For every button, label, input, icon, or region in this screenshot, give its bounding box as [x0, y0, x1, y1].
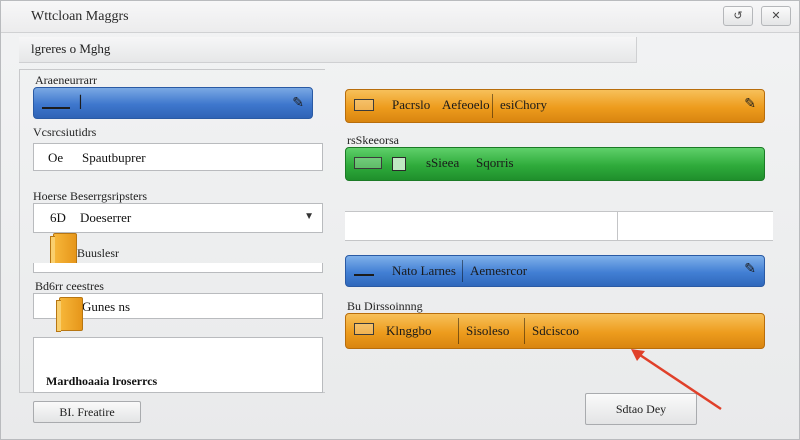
divider	[617, 212, 618, 240]
dropdown-value: Doeserrer	[80, 210, 132, 225]
field-value: Spautbuprer	[82, 150, 146, 165]
cursor-icon: ▏	[80, 95, 90, 109]
folder-icon-2	[56, 297, 83, 332]
empty-row	[345, 211, 773, 241]
field-2-value: Gunes ns	[82, 299, 131, 314]
edit-icon[interactable]: ✎	[292, 94, 304, 111]
folder-label: Buuslesr	[77, 246, 119, 260]
menu-strip[interactable]: lgreres o Mghg	[19, 37, 637, 63]
checkbox-icon[interactable]	[392, 157, 406, 171]
arrow-shaft	[636, 351, 722, 411]
bar4-seg-2: Sisoleso	[466, 323, 510, 338]
separator	[458, 318, 459, 344]
edit-icon[interactable]: ✎	[744, 261, 756, 278]
section-label-2: Vcsrcsiutidrs	[33, 125, 97, 139]
orange-bar-2[interactable]: Klnggbo Sisoleso Sdciscoo	[345, 313, 765, 349]
pointer-arrow-icon	[631, 349, 722, 411]
window-title: Wttcloan Maggrs	[31, 9, 129, 24]
refresh-button[interactable]: ↺	[723, 6, 753, 26]
edit-icon[interactable]: ✎	[744, 96, 756, 113]
bar4-seg-1: Klnggbo	[386, 323, 432, 338]
bar3-seg-2: Aemesrcor	[470, 263, 528, 278]
section-label-1: Araeneurrarr	[35, 73, 97, 87]
blue-selector-bar[interactable]: ▏ ✎	[33, 87, 313, 119]
field-prefix: Oe	[48, 150, 64, 165]
menu-label: lgreres o Mghg	[31, 41, 111, 56]
arrow-head	[631, 349, 645, 361]
window-icon	[354, 157, 382, 169]
bar1-seg-3: esiChory	[500, 97, 547, 112]
window-icon	[354, 323, 374, 335]
separator	[524, 318, 525, 344]
dropdown-select[interactable]: 6D Doeserrer ▼	[33, 203, 323, 233]
blue-bar-right[interactable]: Nato Larnes Aemesrcor ✎	[345, 255, 765, 287]
dropdown-prefix: 6D	[50, 210, 66, 225]
chevron-down-icon[interactable]: ▼	[304, 211, 314, 222]
notes-label: Mardhoaaia lroserrcs	[46, 374, 158, 388]
section-label-4: Bd6rr ceestres	[35, 279, 104, 293]
bar4-seg-3: Sdciscoo	[532, 323, 579, 338]
green-bar[interactable]: sSieea Sqorris	[345, 147, 765, 181]
bar2-seg-1: sSieea	[426, 155, 460, 170]
app-window: Wttcloan Maggrs ↺ ✕ lgreres o Mghg Araen…	[0, 0, 800, 440]
bar1-seg-1: Pacrslo	[392, 97, 431, 112]
notes-area[interactable]: Mardhoaaia lroserrcs	[33, 337, 323, 393]
separator	[492, 94, 493, 118]
close-button[interactable]: ✕	[761, 6, 791, 26]
slider-icon	[42, 97, 70, 109]
left-action-button[interactable]: BI. Freatire	[33, 401, 141, 423]
orange-bar-1[interactable]: Pacrslo Aefeoelo esiChory ✎	[345, 89, 765, 123]
section-label-3: Hoerse Beserrgsripsters	[33, 189, 148, 203]
title-bar: Wttcloan Maggrs ↺ ✕	[1, 1, 799, 33]
slider-icon	[354, 264, 374, 276]
text-field-1[interactable]: Oe Spautbuprer	[33, 143, 323, 171]
section-label-right-4: Bu Dirssoinnng	[347, 299, 423, 313]
dropdown-list-edge	[33, 263, 323, 273]
section-label-right-2: rsSkeeorsa	[347, 133, 399, 147]
bar3-seg-1: Nato Larnes	[392, 263, 456, 278]
separator	[462, 260, 463, 282]
window-icon	[354, 99, 374, 111]
bar2-seg-2: Sqorris	[476, 155, 514, 170]
bar1-seg-2: Aefeoelo	[442, 97, 490, 112]
